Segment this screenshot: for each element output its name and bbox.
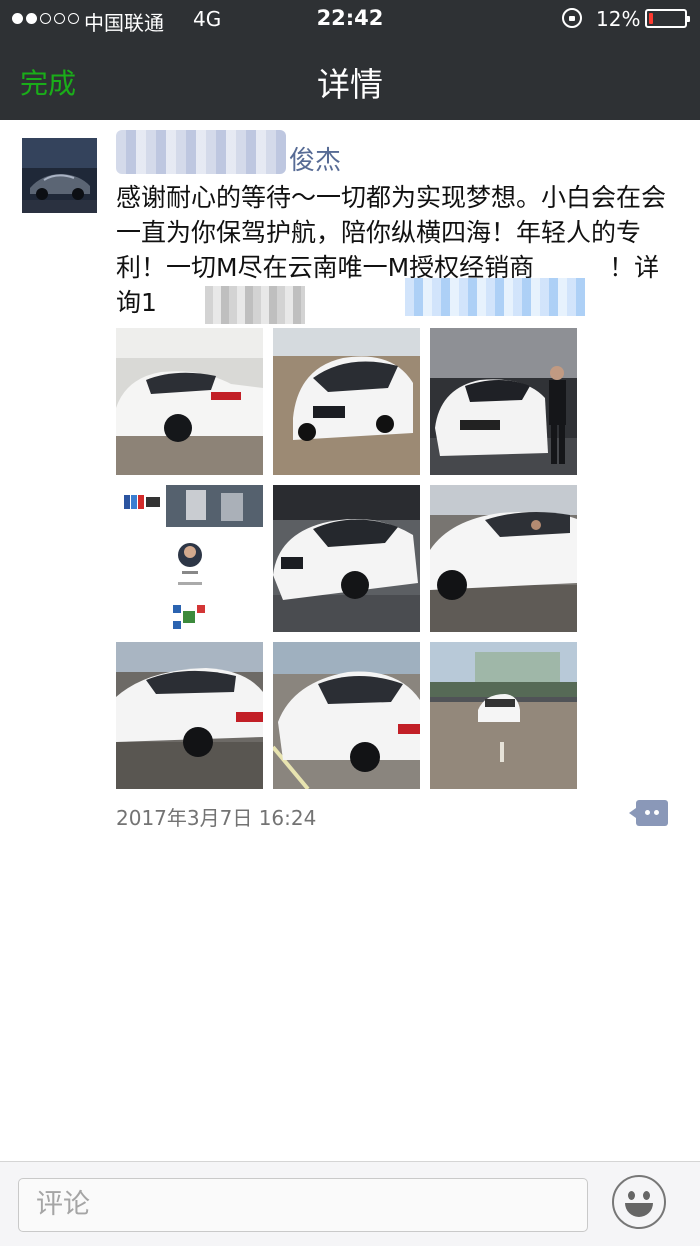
post-timestamp: 2017年3月7日 16:24 [116, 806, 317, 830]
battery-percent: 12% [596, 7, 641, 31]
status-time: 22:42 [316, 6, 384, 30]
comment-input[interactable]: 评论 [18, 1178, 588, 1232]
white-bmw-m2-parking-photo[interactable] [273, 642, 420, 789]
battery-level-fill [649, 13, 653, 24]
photo-grid [116, 328, 577, 789]
phone-mosaic [405, 278, 585, 316]
battery-icon [645, 9, 690, 28]
white-bmw-m2-distance-photo[interactable] [430, 642, 577, 789]
author-name[interactable]: 俊杰 [289, 140, 341, 177]
rotation-lock-icon [562, 8, 582, 28]
status-bar: 中国联通 4G 22:42 12% [0, 0, 700, 38]
top-bar: 中国联通 4G 22:42 12% 完成 详情 [0, 0, 700, 120]
white-bmw-m2-rear-photo[interactable] [116, 328, 263, 475]
text-mosaic [205, 286, 305, 324]
comment-icon[interactable] [629, 800, 668, 826]
white-bmw-m2-front-photo[interactable] [273, 328, 420, 475]
white-bmw-m2-with-person-photo[interactable] [430, 328, 577, 475]
business-card-qr-photo[interactable] [116, 485, 263, 632]
post-text: 感谢耐心的等待～一切都为实现梦想。小白会在会一直为你保驾护航，陪你纵横四海！年轻… [116, 183, 667, 317]
emoji-icon[interactable] [612, 1175, 666, 1229]
author-name-mosaic [116, 130, 286, 174]
page-title: 详情 [317, 65, 383, 104]
white-bmw-m2-side-photo[interactable] [430, 485, 577, 632]
white-bmw-m2-angle-photo[interactable] [273, 485, 420, 632]
avatar[interactable] [22, 138, 97, 213]
white-bmw-m2-rear-side-photo[interactable] [116, 642, 263, 789]
comment-bar: 评论 [0, 1161, 700, 1246]
